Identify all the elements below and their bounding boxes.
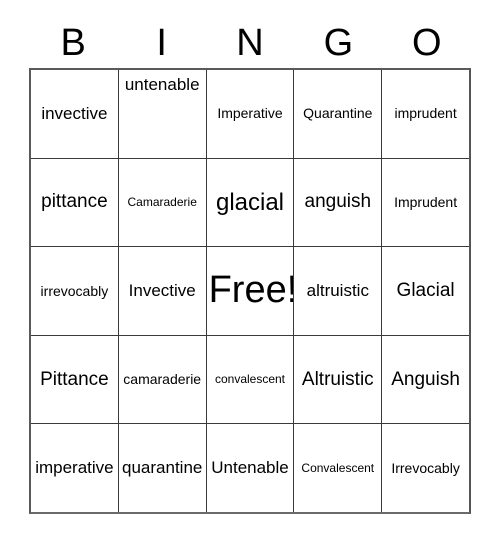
bingo-cell[interactable]: Invective [117,247,206,335]
bingo-cell-label: untenable [124,75,200,94]
bingo-cell[interactable]: Glacial [381,247,469,335]
bingo-card: B I N G O invective untenable Imperative Quaran… [0,0,500,544]
bingo-cell-label: Invective [128,281,196,301]
bingo-cell[interactable]: anguish [293,158,382,247]
bingo-cell-label: altruistic [306,281,369,301]
bingo-cell-label: Quarantine [303,105,373,122]
bingo-cell-label: Convalescent [301,460,375,475]
bingo-cell[interactable]: Camaraderie [117,158,206,247]
bingo-cell[interactable]: Anguish [381,335,469,424]
bingo-cell[interactable]: Imprudent [381,158,469,247]
bingo-cell-label: Anguish [391,368,460,390]
bingo-cell-label: Glacial [396,280,455,302]
bingo-cell-label: convalescent [214,372,286,387]
bingo-cell-label: Imperative [217,105,283,122]
bingo-cell[interactable]: Altruistic [293,335,382,424]
bingo-grid: invective untenable Imperative Quarantine im… [29,68,471,514]
bingo-cell[interactable]: imperative [31,424,118,512]
bingo-cell[interactable]: camaraderie [117,335,206,424]
bingo-cell-label: quarantine [122,458,203,478]
bingo-cell[interactable]: glacial [205,158,294,247]
bingo-cell[interactable]: Imperative [205,70,294,158]
bingo-cell[interactable]: Pittance [31,335,118,424]
bingo-cell[interactable]: Irrevocably [381,424,469,512]
bingo-cell-label: Camaraderie [127,195,197,210]
bingo-cell[interactable]: imprudent [381,70,469,158]
bingo-cell[interactable]: quarantine [117,424,206,512]
bingo-cell[interactable]: Convalescent [293,424,382,512]
bingo-cell[interactable]: altruistic [293,247,382,335]
bingo-cell-label: camaraderie [123,371,202,388]
bingo-cell-label: Imprudent [394,194,458,211]
bingo-header-letter-b: B [60,22,86,64]
bingo-cell-label: Irrevocably [391,459,460,476]
bingo-row: Pittance camaraderie convalescent Altruisti… [31,334,469,424]
bingo-cell-label: pittance [41,191,108,213]
bingo-cell[interactable]: Quarantine [293,70,382,158]
bingo-header-letter-n: N [236,22,264,64]
bingo-header-letter-i: I [156,22,167,64]
bingo-row: pittance Camaraderie glacial anguish Imprude… [31,157,469,247]
bingo-header-letter-g: G [323,22,354,64]
bingo-free-space-label: Free! [208,269,294,312]
bingo-cell[interactable]: invective [31,70,118,158]
bingo-cell[interactable]: convalescent [205,335,294,424]
bingo-cell-label: invective [41,103,108,123]
bingo-cell-label: Altruistic [301,368,374,390]
bingo-cell-label: imperative [35,458,114,478]
bingo-cell-label: anguish [304,191,372,213]
bingo-cell-label: irrevocably [40,282,109,299]
bingo-cell-label: Pittance [40,368,109,390]
bingo-row: imperative quarantine Untenable Convalescen… [31,423,469,512]
bingo-cell[interactable]: Untenable [205,424,294,512]
bingo-row: irrevocably Invective Free! altruistic Glaci… [31,246,469,335]
bingo-free-space-cell[interactable]: Free! [205,247,294,335]
bingo-cell[interactable]: irrevocably [31,247,118,335]
bingo-cell[interactable]: pittance [31,158,118,247]
bingo-cell-label: imprudent [394,105,457,122]
bingo-cell-label: glacial [215,188,285,216]
bingo-header-row: BINGO [29,18,471,68]
bingo-header-letter-o: O [412,22,442,64]
bingo-row: invective untenable Imperative Quarantine im… [31,70,469,158]
bingo-cell[interactable]: untenable [117,70,206,158]
bingo-cell-label: Untenable [211,458,289,478]
